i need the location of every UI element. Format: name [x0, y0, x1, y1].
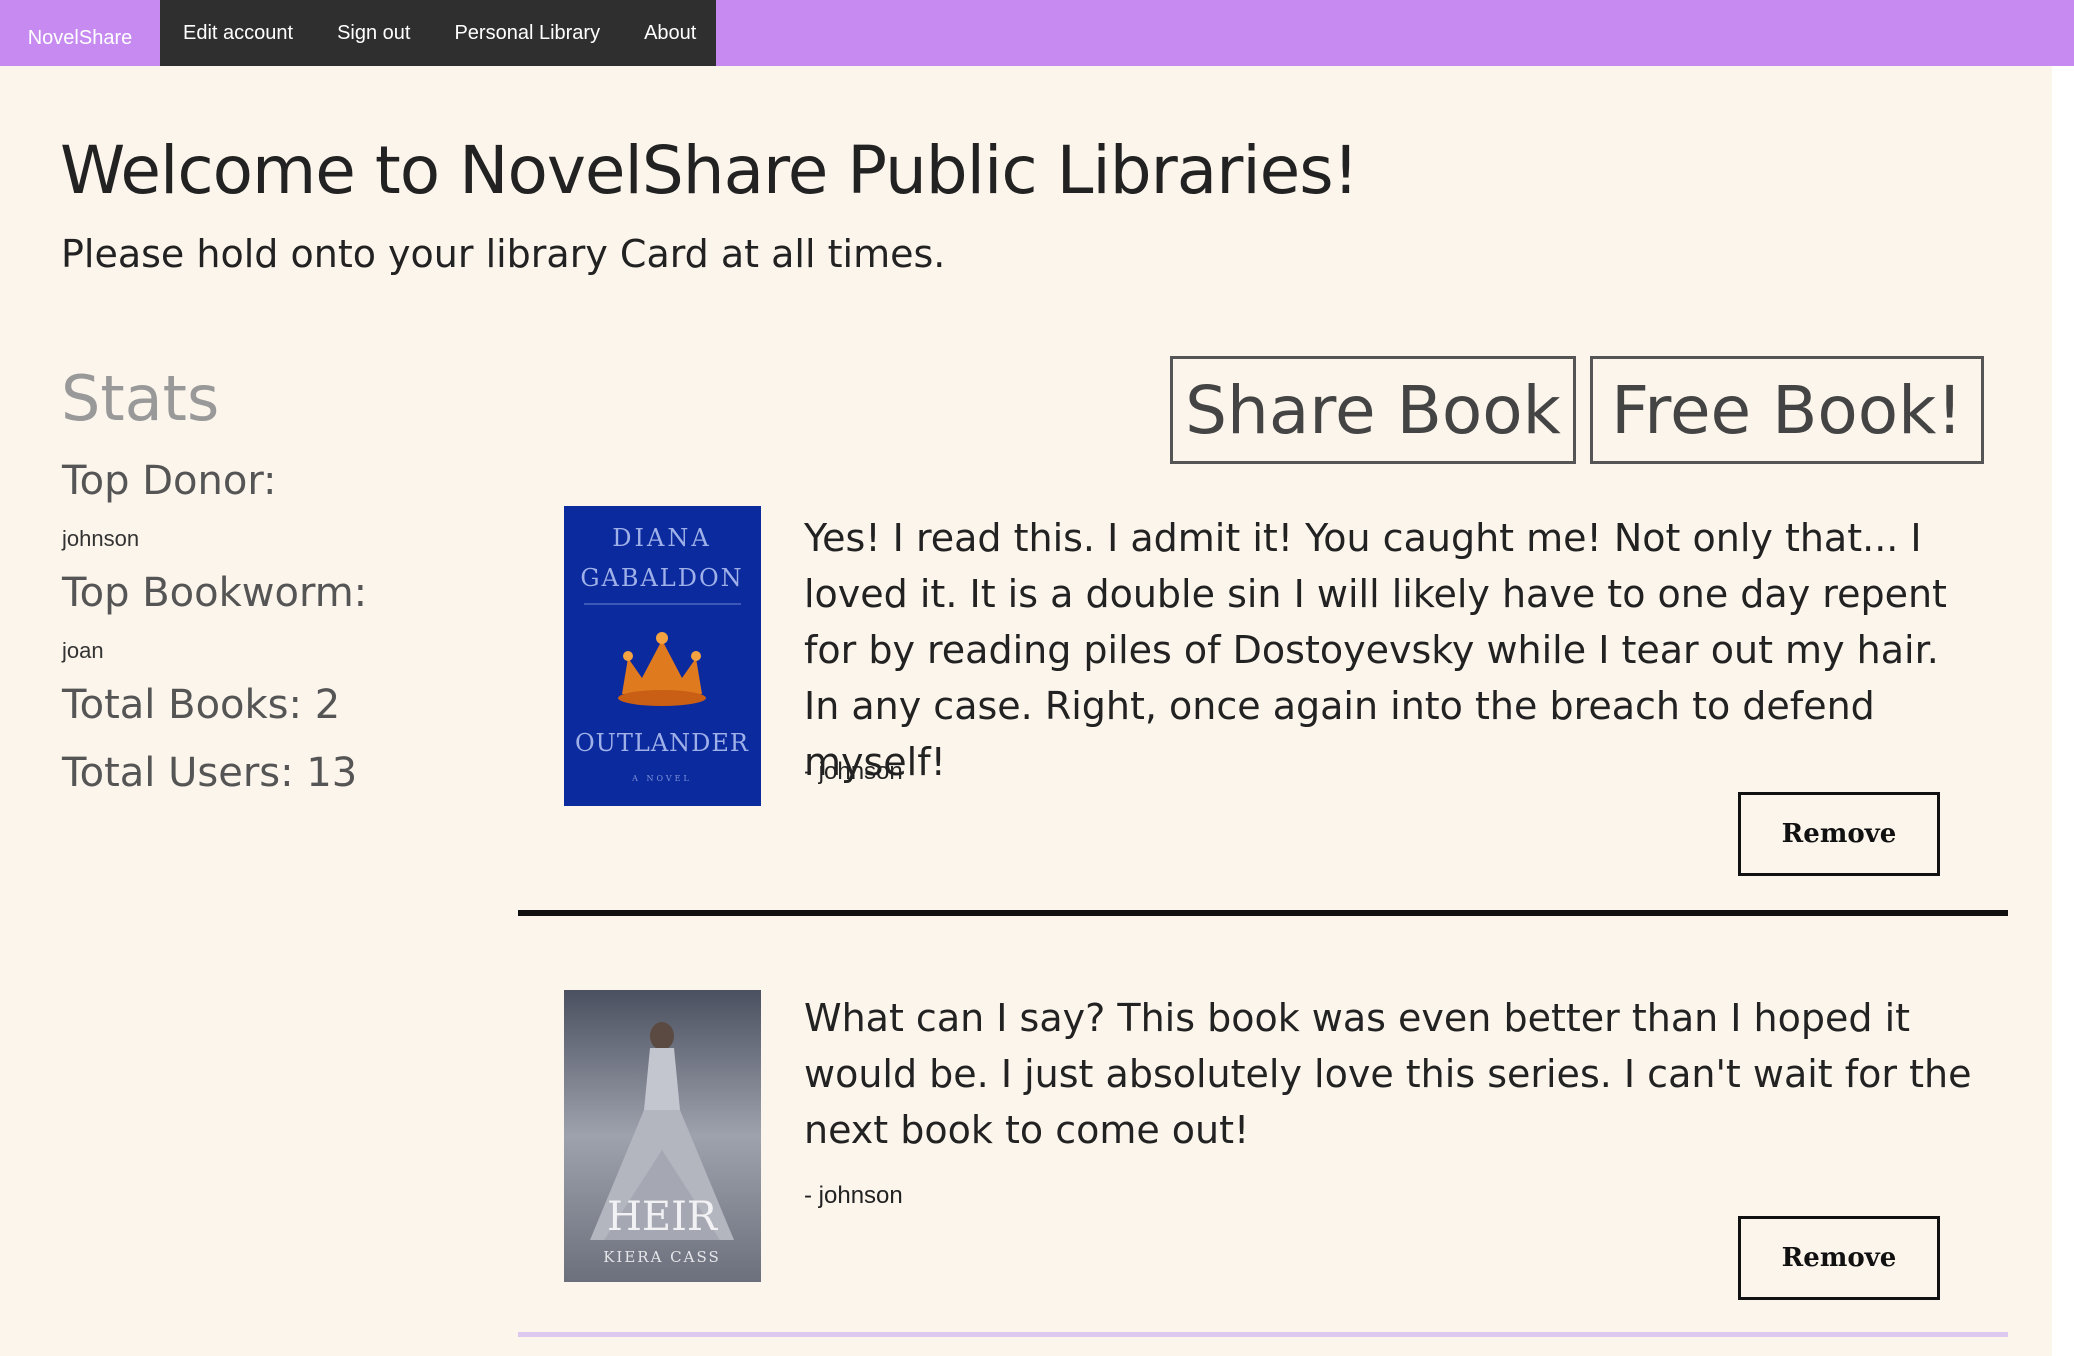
page-title: Welcome to NovelShare Public Libraries! [60, 132, 1359, 209]
top-bookworm-value: joan [62, 638, 104, 663]
post-author: - johnson [804, 1182, 903, 1209]
book-cover-outlander[interactable]: DIANA GABALDON OUTLANDER A NOVEL [564, 506, 761, 806]
book-post: HEIR KIERA CASS What can I say? This boo… [518, 990, 2008, 1356]
nav-personal-library[interactable]: Personal Library [454, 0, 600, 45]
remove-button[interactable]: Remove [1738, 1216, 1940, 1300]
cover-author-line1: DIANA [612, 524, 711, 552]
cover-subtitle: A NOVEL [631, 774, 692, 783]
cover-author-line2: GABALDON [580, 564, 743, 592]
total-books-stat: Total Books: 2 [62, 682, 341, 728]
cover-author: KIERA CASS [603, 1248, 721, 1266]
post-text: What can I say? This book was even bette… [804, 996, 1972, 1152]
page-content: Welcome to NovelShare Public Libraries! … [0, 66, 2052, 1356]
top-donor-label: Top Donor: [62, 458, 277, 504]
post-author: - johnson [804, 758, 903, 785]
top-bookworm-label: Top Bookworm: [62, 570, 368, 616]
cover-title: HEIR [607, 1194, 719, 1240]
remove-button[interactable]: Remove [1738, 792, 1940, 876]
navbar: NovelShare Edit account Sign out Persona… [0, 0, 2074, 66]
free-book-button[interactable]: Free Book! [1590, 356, 1984, 464]
cover-title: OUTLANDER [575, 729, 749, 757]
nav-about[interactable]: About [644, 0, 696, 45]
post-text: Yes! I read this. I admit it! You caught… [804, 516, 1947, 784]
nav-sign-out[interactable]: Sign out [337, 0, 410, 45]
post-divider [518, 1332, 2008, 1337]
top-donor-value: johnson [62, 526, 140, 551]
share-book-button[interactable]: Share Book [1170, 356, 1576, 464]
post-divider [518, 910, 2008, 916]
book-post: DIANA GABALDON OUTLANDER A NOVEL Yes! I … [518, 506, 2008, 986]
nav-edit-account[interactable]: Edit account [183, 0, 293, 45]
nav-menu: Edit account Sign out Personal Library A… [160, 0, 716, 66]
outlander-cover-art: DIANA GABALDON OUTLANDER A NOVEL [564, 506, 761, 806]
heir-cover-art: HEIR KIERA CASS [564, 990, 761, 1282]
page-subtitle: Please hold onto your library Card at al… [61, 232, 946, 276]
book-cover-heir[interactable]: HEIR KIERA CASS [564, 990, 761, 1282]
stats-heading: Stats [61, 362, 220, 435]
brand-link[interactable]: NovelShare [0, 0, 160, 66]
total-users-stat: Total Users: 13 [62, 750, 358, 796]
brand-label: NovelShare [27, 26, 133, 49]
